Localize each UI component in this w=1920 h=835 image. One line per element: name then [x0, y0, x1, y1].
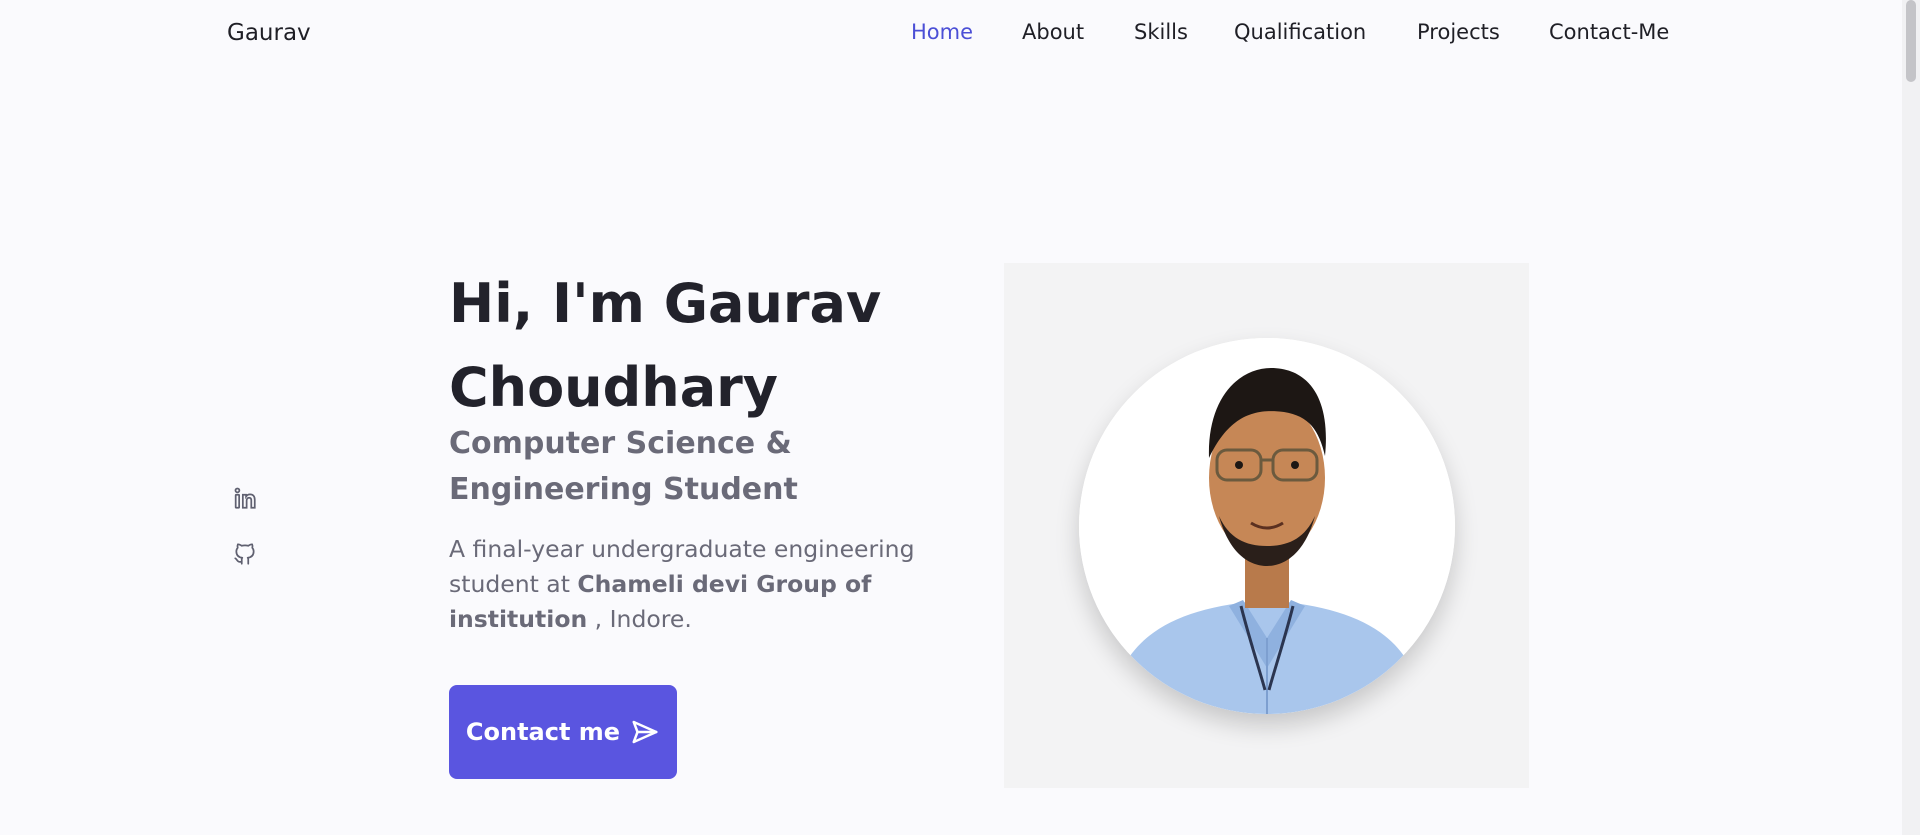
github-icon — [234, 543, 255, 565]
nav-skills[interactable]: Skills — [1134, 20, 1188, 44]
send-icon — [632, 720, 658, 744]
nav-projects[interactable]: Projects — [1417, 20, 1500, 44]
nav-contact-me[interactable]: Contact-Me — [1549, 20, 1669, 44]
linkedin-icon — [234, 487, 256, 509]
nav-qualification[interactable]: Qualification — [1234, 20, 1366, 44]
page-scrollbar[interactable] — [1902, 0, 1920, 835]
profile-photo — [1079, 338, 1455, 714]
contact-button-label: Contact me — [465, 718, 621, 746]
logo[interactable]: Gaurav — [227, 20, 311, 46]
desc-suffix: , Indore. — [587, 605, 692, 633]
contact-me-button[interactable]: Contact me — [449, 685, 677, 779]
header: Gaurav Home About Skills Qualification P… — [0, 0, 1902, 70]
profile-photo-panel — [1004, 263, 1529, 788]
hero-title: Hi, I'm Gaurav Choudhary — [449, 272, 882, 419]
profile-photo-illustration — [1079, 338, 1455, 714]
hero-description: A final-year undergraduate engineering s… — [449, 532, 949, 637]
linkedin-link[interactable] — [232, 485, 258, 511]
nav-home[interactable]: Home — [911, 20, 973, 44]
hero-subtitle: Computer Science & Engineering Student — [449, 426, 798, 507]
github-link[interactable] — [232, 541, 258, 567]
nav-about[interactable]: About — [1022, 20, 1084, 44]
scrollbar-thumb[interactable] — [1906, 0, 1916, 82]
